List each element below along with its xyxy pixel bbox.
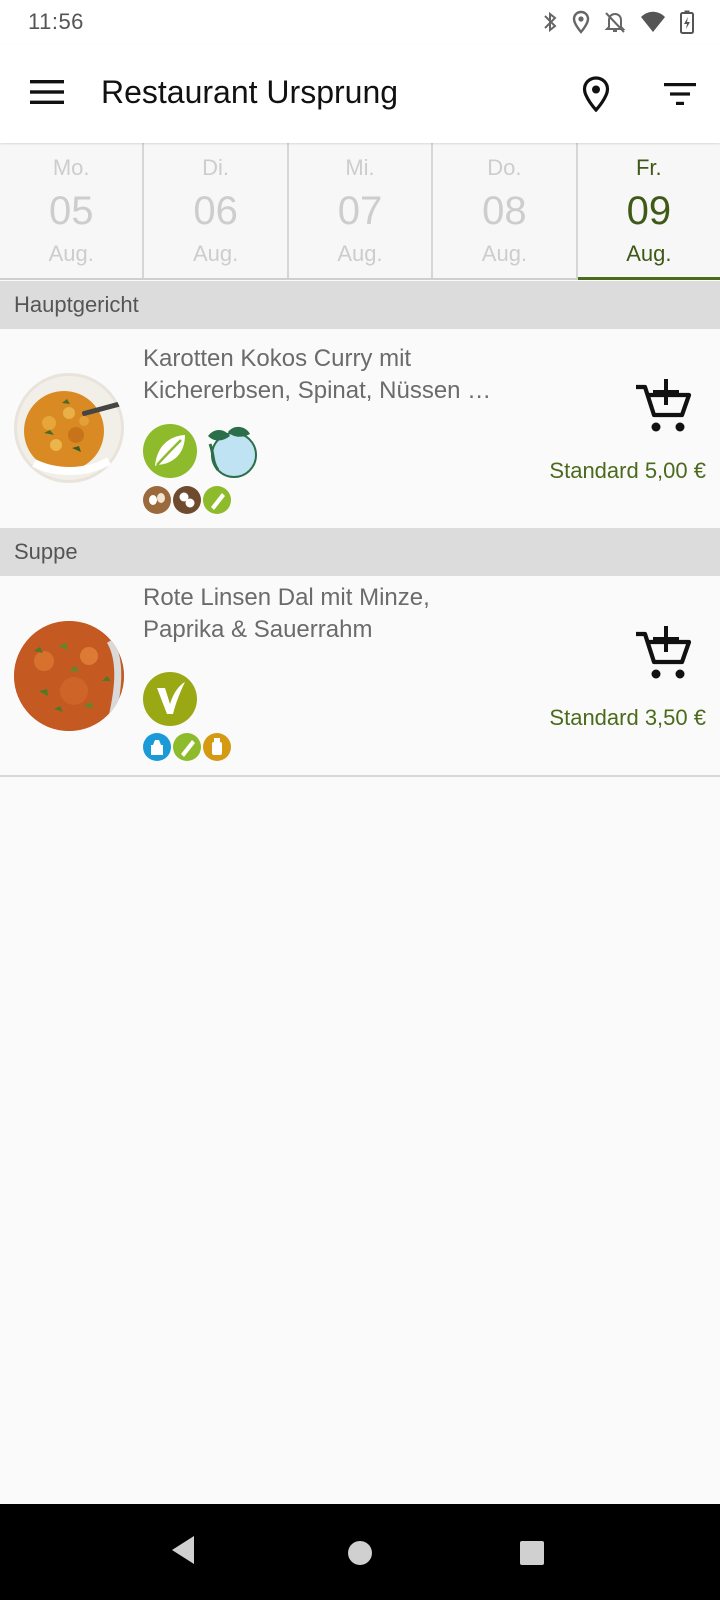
status-time: 11:56 <box>28 9 84 34</box>
date-tab-weekday: Mo. <box>52 155 90 180</box>
climate-friendly-icon <box>208 426 257 478</box>
meal-price: Standard 5,00 € <box>549 458 706 483</box>
date-tab-di[interactable]: Di. 06 Aug. <box>144 143 289 278</box>
date-tab-month: Aug. <box>626 241 672 266</box>
peanut-icon <box>173 486 201 514</box>
date-tab-mi[interactable]: Mi. 07 Aug. <box>289 143 434 278</box>
meal-name: Rote Linsen Dal mit Minze, Paprika & Sau… <box>143 582 523 646</box>
meal-image <box>14 373 124 483</box>
location-pin-icon <box>582 76 610 112</box>
meal-name: Karotten Kokos Curry mit Kichererbsen, S… <box>143 343 523 407</box>
meal-name-line: Rote Linsen Dal mit Minze, <box>143 584 430 611</box>
celery-icon <box>173 733 201 761</box>
vegan-icon <box>143 672 197 726</box>
menu-icon <box>30 80 64 104</box>
celery-icon <box>203 486 231 514</box>
recents-icon[interactable] <box>519 1540 545 1566</box>
meal-price: Standard 3,50 € <box>549 705 706 730</box>
bluetooth-icon <box>544 11 557 33</box>
status-icons <box>542 10 694 34</box>
date-tab-day: 07 <box>337 189 383 233</box>
date-tab-weekday: Fr. <box>635 155 662 180</box>
menu-button[interactable] <box>24 72 70 112</box>
date-tab-month: Aug. <box>48 241 94 266</box>
date-tab-day: 05 <box>48 189 94 233</box>
page-title: Restaurant Ursprung <box>101 74 399 110</box>
nuts-icon <box>143 486 171 514</box>
date-tab-weekday: Do. <box>487 155 522 180</box>
back-icon[interactable] <box>170 1534 196 1566</box>
date-tabs: Mo. 05 Aug. Di. 06 Aug. Mi. 07 Aug. Do. … <box>0 143 720 280</box>
date-tab-do[interactable]: Do. 08 Aug. <box>433 143 578 278</box>
notifications-off-icon <box>604 12 626 33</box>
date-tab-mo[interactable]: Mo. 05 Aug. <box>0 143 145 278</box>
meal-image <box>14 621 124 731</box>
mustard-icon <box>203 733 231 761</box>
meal-name-line: Kichererbsen, Spinat, Nüssen … <box>143 377 492 404</box>
filter-button[interactable] <box>658 72 702 116</box>
list-divider <box>0 775 720 777</box>
home-icon[interactable] <box>347 1540 373 1566</box>
system-nav-bar <box>0 1504 720 1600</box>
milk-icon <box>143 733 171 761</box>
date-tab-weekday: Mi. <box>345 155 375 180</box>
date-tab-month: Aug. <box>192 241 239 266</box>
date-tab-weekday: Di. <box>202 155 230 180</box>
date-tab-month: Aug. <box>481 241 528 266</box>
section-header-suppe: Suppe <box>0 528 720 576</box>
section-header-hauptgericht: Hauptgericht <box>0 281 720 329</box>
add-to-cart-button[interactable] <box>634 626 692 682</box>
meal-item[interactable]: Karotten Kokos Curry mit Kichererbsen, S… <box>0 329 720 528</box>
filter-icon <box>664 83 696 105</box>
status-bar: 11:56 <box>0 0 720 44</box>
date-tab-fr[interactable]: Fr. 09 Aug. <box>577 143 720 280</box>
add-to-cart-button[interactable] <box>634 379 692 435</box>
meal-name-line: Paprika & Sauerrahm <box>143 616 373 643</box>
date-tab-month: Aug. <box>337 241 383 266</box>
date-tab-day: 09 <box>626 189 672 233</box>
battery-charging-icon <box>680 10 694 34</box>
app-bar: Restaurant Ursprung <box>0 44 720 143</box>
location-button[interactable] <box>576 72 616 116</box>
date-tab-day: 08 <box>482 189 527 233</box>
date-tab-day: 06 <box>193 189 238 233</box>
meal-item[interactable]: Rote Linsen Dal mit Minze, Paprika & Sau… <box>0 576 720 775</box>
wifi-icon <box>641 11 665 32</box>
vegetarian-leaf-icon <box>143 424 197 478</box>
meal-name-line: Karotten Kokos Curry mit <box>143 345 412 372</box>
location-icon <box>572 10 590 34</box>
